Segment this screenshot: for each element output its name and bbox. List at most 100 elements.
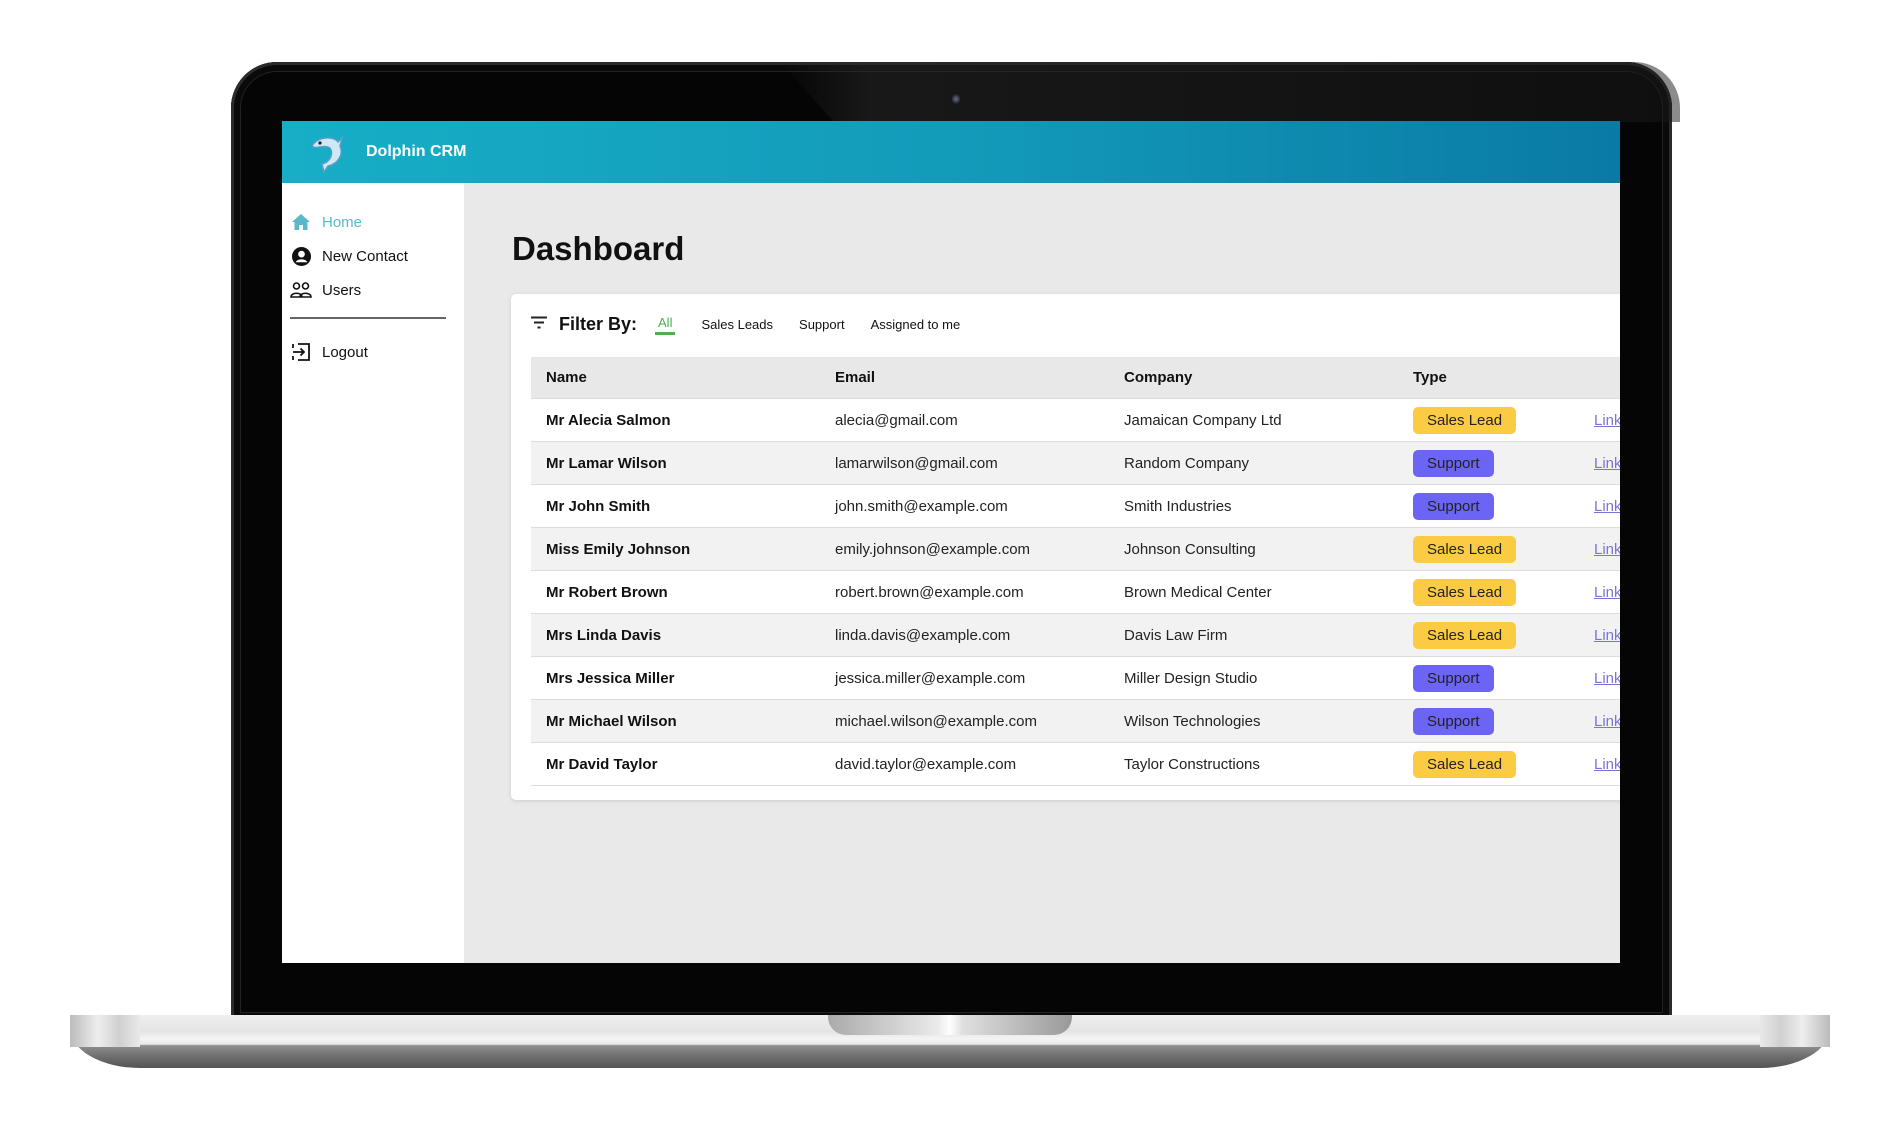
contacts-table: Name Email Company Type Mr Alecia Salmon…: [531, 357, 1620, 786]
column-header-email[interactable]: Email: [820, 357, 1109, 399]
contact-name: Mr Robert Brown: [531, 570, 820, 614]
contact-type-cell: Support: [1398, 699, 1579, 743]
contact-company: Wilson Technologies: [1109, 699, 1398, 743]
table-header-row: Name Email Company Type: [531, 357, 1620, 399]
filter-label: Filter By:: [559, 314, 638, 334]
contact-type-cell: Support: [1398, 656, 1579, 700]
contact-company: Random Company: [1109, 441, 1398, 485]
contact-link[interactable]: Link: [1594, 627, 1620, 644]
home-icon: [290, 211, 312, 233]
contact-name: Mr David Taylor: [531, 742, 820, 786]
filter-bar: Filter By: All Sales Leads Support Assig…: [531, 314, 986, 335]
table-row: Mr Robert Brown robert.brown@example.com B…: [531, 570, 1620, 614]
column-header-link: [1579, 357, 1620, 399]
logout-icon: [290, 341, 312, 363]
sidebar-item-new-contact[interactable]: New Contact: [282, 239, 464, 273]
table-row: Mr John Smith john.smith@example.com Smith…: [531, 484, 1620, 528]
type-badge: Sales Lead: [1413, 621, 1517, 649]
contact-name: Miss Emily Johnson: [531, 527, 820, 571]
contact-link-cell: Link: [1579, 484, 1620, 528]
contact-company: Miller Design Studio: [1109, 656, 1398, 700]
contact-email: alecia@gmail.com: [820, 398, 1109, 442]
table-row: Mr David Taylor david.taylor@example.com T…: [531, 742, 1620, 786]
laptop-base-edge: [70, 1015, 140, 1047]
laptop-base-edge: [1760, 1015, 1830, 1047]
contact-company: Davis Law Firm: [1109, 613, 1398, 657]
sidebar-item-logout[interactable]: Logout: [282, 335, 464, 369]
contact-company: Taylor Constructions: [1109, 742, 1398, 786]
contact-link[interactable]: Link: [1594, 670, 1620, 687]
dolphin-logo-icon: [304, 130, 348, 174]
sidebar-item-home[interactable]: Home: [282, 205, 464, 239]
column-header-name[interactable]: Name: [531, 357, 820, 399]
contact-name: Mr John Smith: [531, 484, 820, 528]
contacts-card: Filter By: All Sales Leads Support Assig…: [511, 294, 1620, 800]
contact-type-cell: Support: [1398, 441, 1579, 485]
type-badge: Support: [1413, 707, 1494, 735]
table-row: Mr Michael Wilson michael.wilson@example.…: [531, 699, 1620, 743]
contact-email: michael.wilson@example.com: [820, 699, 1109, 743]
filter-sales-leads[interactable]: Sales Leads: [701, 317, 773, 332]
table-row: Mr Lamar Wilson lamarwilson@gmail.com Rand…: [531, 441, 1620, 485]
user-circle-icon: [290, 245, 312, 267]
table-row: Mrs Jessica Miller jessica.miller@example…: [531, 656, 1620, 700]
page-title: Dashboard: [512, 230, 685, 267]
contact-type-cell: Sales Lead: [1398, 570, 1579, 614]
type-badge: Sales Lead: [1413, 750, 1517, 778]
contact-link-cell: Link: [1579, 699, 1620, 743]
sidebar: Home New Contact Users Logout: [282, 183, 464, 963]
filter-assigned-to-me[interactable]: Assigned to me: [871, 317, 961, 332]
column-header-type[interactable]: Type: [1398, 357, 1579, 399]
contact-link[interactable]: Link: [1594, 756, 1620, 773]
contact-type-cell: Sales Lead: [1398, 527, 1579, 571]
sidebar-item-label: Home: [322, 213, 363, 231]
sidebar-item-users[interactable]: Users: [282, 273, 464, 307]
contact-email: david.taylor@example.com: [820, 742, 1109, 786]
contact-email: robert.brown@example.com: [820, 570, 1109, 614]
filter-all[interactable]: All: [655, 315, 676, 335]
contact-name: Mr Alecia Salmon: [531, 398, 820, 442]
type-badge: Support: [1413, 449, 1494, 477]
contact-type-cell: Sales Lead: [1398, 742, 1579, 786]
contact-type-cell: Sales Lead: [1398, 398, 1579, 442]
contact-email: linda.davis@example.com: [820, 613, 1109, 657]
contact-link-cell: Link: [1579, 398, 1620, 442]
type-badge: Sales Lead: [1413, 406, 1517, 434]
main-content: Dashboard A Filter By: All Sales Leads S…: [464, 183, 1620, 963]
contact-link-cell: Link: [1579, 527, 1620, 571]
camera-icon: [952, 94, 960, 104]
sidebar-item-label: New Contact: [322, 247, 408, 265]
contact-link[interactable]: Link: [1594, 541, 1620, 558]
contact-link[interactable]: Link: [1594, 412, 1620, 429]
contact-link[interactable]: Link: [1594, 498, 1620, 515]
table-row: Mr Alecia Salmon alecia@gmail.com Jamaican…: [531, 398, 1620, 442]
contact-name: Mrs Jessica Miller: [531, 656, 820, 700]
sidebar-item-label: Logout: [322, 343, 368, 361]
screen: Dolphin CRM Home New Contact Users Logou…: [282, 121, 1620, 963]
type-badge: Support: [1413, 664, 1494, 692]
contact-link[interactable]: Link: [1594, 713, 1620, 730]
contact-email: john.smith@example.com: [820, 484, 1109, 528]
sidebar-item-label: Users: [322, 281, 362, 299]
contact-name: Mrs Linda Davis: [531, 613, 820, 657]
top-header: Dolphin CRM: [282, 121, 1620, 183]
contact-link[interactable]: Link: [1594, 455, 1620, 472]
contact-type-cell: Support: [1398, 484, 1579, 528]
laptop-notch: [828, 1015, 1072, 1035]
contact-company: Jamaican Company Ltd: [1109, 398, 1398, 442]
contact-email: jessica.miller@example.com: [820, 656, 1109, 700]
filter-support[interactable]: Support: [799, 317, 845, 332]
contact-link-cell: Link: [1579, 742, 1620, 786]
bezel-glare: [780, 62, 1680, 122]
type-badge: Sales Lead: [1413, 578, 1517, 606]
column-header-company[interactable]: Company: [1109, 357, 1398, 399]
contact-company: Smith Industries: [1109, 484, 1398, 528]
filter-icon: [531, 316, 547, 334]
contact-company: Johnson Consulting: [1109, 527, 1398, 571]
contact-name: Mr Michael Wilson: [531, 699, 820, 743]
contact-email: emily.johnson@example.com: [820, 527, 1109, 571]
table-row: Miss Emily Johnson emily.johnson@example.…: [531, 527, 1620, 571]
type-badge: Sales Lead: [1413, 535, 1517, 563]
contact-link[interactable]: Link: [1594, 584, 1620, 601]
contact-company: Brown Medical Center: [1109, 570, 1398, 614]
